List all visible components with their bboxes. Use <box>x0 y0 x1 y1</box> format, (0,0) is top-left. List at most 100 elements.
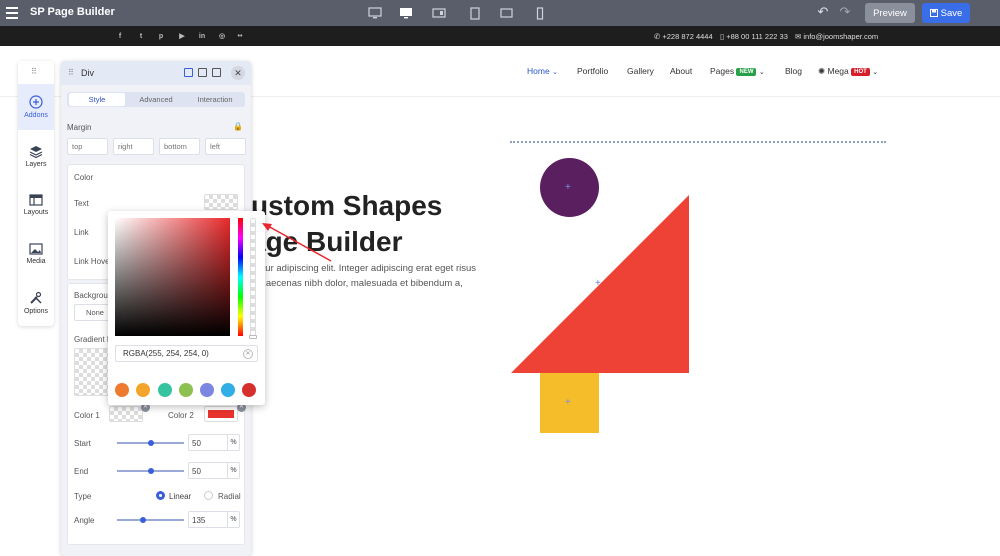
tablet-landscape-icon[interactable] <box>495 5 517 21</box>
sidebar-item-options[interactable]: Options <box>18 280 54 326</box>
text-color-swatch[interactable] <box>204 194 238 210</box>
sidebar-item-layouts[interactable]: Layouts <box>18 182 54 228</box>
start-input[interactable]: 50% <box>188 434 240 451</box>
angle-slider[interactable] <box>117 519 184 521</box>
start-slider-handle[interactable] <box>148 440 154 446</box>
nav-blog[interactable]: Blog <box>785 66 802 76</box>
youtube-icon[interactable]: ▶ <box>178 32 186 40</box>
split-view-icon[interactable] <box>198 68 207 77</box>
nav-home[interactable]: Home ⌄ <box>527 66 558 76</box>
instagram-icon[interactable]: ◎ <box>218 32 226 40</box>
close-icon[interactable]: ✕ <box>231 66 245 80</box>
nav-about[interactable]: About <box>670 66 692 76</box>
twitter-icon[interactable]: t <box>137 32 145 40</box>
laptop-icon[interactable] <box>428 5 450 21</box>
margin-left-input[interactable] <box>205 138 246 155</box>
link-hover-color-label: Link Hove <box>74 257 110 266</box>
margin-bottom-input[interactable] <box>159 138 200 155</box>
color2-swatch[interactable] <box>204 406 238 422</box>
desktop-icon[interactable] <box>395 5 417 21</box>
radial-radio[interactable] <box>204 491 213 500</box>
sidebar-item-label: Options <box>23 308 49 315</box>
type-label: Type <box>74 492 92 501</box>
preset-swatch-blue[interactable] <box>221 383 235 397</box>
preset-swatch-red[interactable] <box>242 383 256 397</box>
sidebar-item-layers[interactable]: Layers <box>18 133 54 179</box>
page-root: SP Page Builder ↶ ↷ Preview Save f t p ▶… <box>0 0 1000 556</box>
link-color-label: Link <box>74 228 89 237</box>
margin-top-input[interactable] <box>67 138 108 155</box>
margin-label: Margin <box>67 123 92 132</box>
alpha-handle[interactable] <box>249 335 257 339</box>
margin-right-input[interactable] <box>113 138 154 155</box>
desktop-large-icon[interactable] <box>364 5 386 21</box>
tablet-icon[interactable] <box>464 5 486 21</box>
facebook-icon[interactable]: f <box>116 32 124 40</box>
panel-tabs: Style Advanced Interaction <box>67 92 245 107</box>
drag-handle-icon[interactable]: ⠿ <box>31 67 37 76</box>
saturation-value-area[interactable] <box>115 218 230 336</box>
radial-label: Radial <box>218 492 241 501</box>
angle-input[interactable]: 135% <box>188 511 240 528</box>
mobile-icon[interactable] <box>529 5 551 21</box>
nav-mega[interactable]: ✺ Mega HOT ⌄ <box>818 66 878 77</box>
redo-icon[interactable]: ↷ <box>838 5 852 19</box>
add-addon-icon[interactable]: + <box>565 183 571 193</box>
color1-label: Color 1 <box>74 411 100 420</box>
tab-style[interactable]: Style <box>69 93 125 106</box>
menu-icon[interactable] <box>6 7 18 19</box>
builder-sidebar: ⠿ Addons Layers Layouts Media Options <box>18 61 54 326</box>
clear-value-icon[interactable]: ✕ <box>243 349 253 359</box>
drag-handle-icon[interactable]: ⠿ <box>68 68 74 77</box>
preview-button[interactable]: Preview <box>865 3 915 23</box>
preset-swatch-green[interactable] <box>179 383 193 397</box>
linkedin-icon[interactable]: in <box>198 32 206 40</box>
nav-pages[interactable]: Pages NEW ⌄ <box>710 66 765 76</box>
add-circle-icon <box>29 95 43 109</box>
save-button[interactable]: Save <box>922 3 970 23</box>
sidebar-item-label: Addons <box>24 112 48 119</box>
angle-slider-handle[interactable] <box>140 517 146 523</box>
add-addon-icon[interactable]: + <box>595 279 601 289</box>
end-slider-handle[interactable] <box>148 468 154 474</box>
linear-radio[interactable] <box>156 491 165 500</box>
sidebar-item-media[interactable]: Media <box>18 231 54 277</box>
flickr-icon[interactable]: •• <box>236 32 244 40</box>
pinterest-icon[interactable]: p <box>157 32 165 40</box>
panel-header: ⠿ Div ✕ <box>61 61 251 85</box>
sidebar-item-label: Layouts <box>23 209 49 216</box>
preset-swatch-orange[interactable] <box>115 383 129 397</box>
nav-portfolio[interactable]: Portfolio <box>577 66 608 76</box>
angle-label: Angle <box>74 516 95 525</box>
undo-icon[interactable]: ↶ <box>816 5 830 19</box>
email-link[interactable]: ✉ info@joomshaper.com <box>795 32 878 41</box>
hot-badge: HOT <box>851 68 870 76</box>
preset-swatch-teal[interactable] <box>158 383 172 397</box>
save-icon <box>929 9 938 17</box>
social-bar: f t p ▶ in ◎ •• ✆ +228 872 4444 ▯ +88 00… <box>0 26 1000 46</box>
sidebar-item-addons[interactable]: Addons <box>18 84 54 130</box>
end-input[interactable]: 50% <box>188 462 240 479</box>
dotted-divider <box>510 141 886 143</box>
lock-icon[interactable]: 🔒 <box>233 122 243 131</box>
color2-label: Color 2 <box>168 411 194 420</box>
color1-swatch[interactable] <box>109 406 143 422</box>
builder-toolbar: SP Page Builder ↶ ↷ Preview Save <box>0 0 1000 26</box>
panel-title: Div <box>81 68 94 78</box>
sidebar-view-icon[interactable] <box>212 68 221 77</box>
alpha-slider[interactable] <box>250 218 256 336</box>
phone-1: ✆ +228 872 4444 <box>654 32 713 41</box>
hue-slider[interactable] <box>238 218 243 336</box>
tab-interaction[interactable]: Interaction <box>187 93 243 106</box>
tools-icon <box>30 291 42 304</box>
preset-swatch-periwinkle[interactable] <box>200 383 214 397</box>
app-title: SP Page Builder <box>30 6 115 18</box>
color-value-input[interactable]: RGBA(255, 254, 254, 0) ✕ <box>115 345 258 362</box>
window-icon[interactable] <box>184 68 193 77</box>
tab-advanced[interactable]: Advanced <box>129 93 183 106</box>
nav-gallery[interactable]: Gallery <box>627 66 654 76</box>
add-addon-icon[interactable]: + <box>565 398 571 408</box>
sidebar-item-label: Media <box>26 258 46 265</box>
background-label: Backgrou <box>74 291 108 300</box>
preset-swatch-amber[interactable] <box>136 383 150 397</box>
